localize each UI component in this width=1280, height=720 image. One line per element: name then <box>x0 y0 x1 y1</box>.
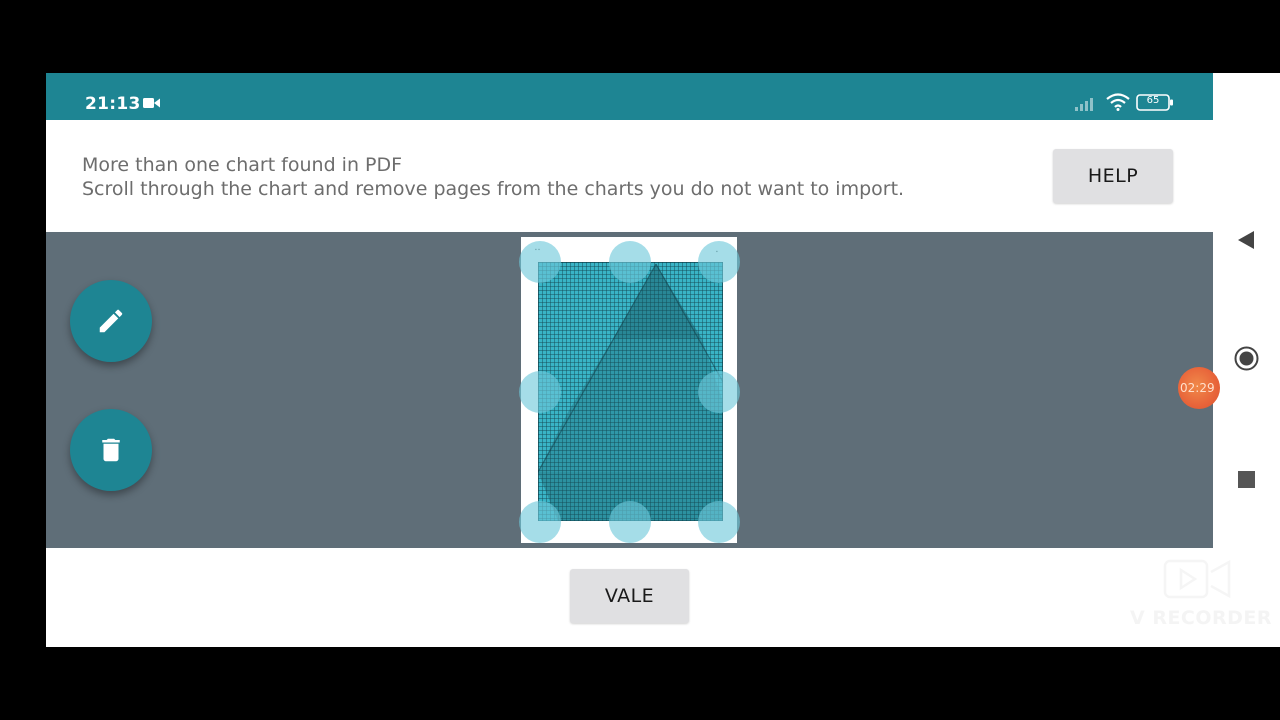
battery-level-text: 65 <box>1146 95 1160 106</box>
status-bar: 21:13 65 <box>46 73 1213 120</box>
edit-button[interactable] <box>70 280 152 362</box>
crop-handle-middle-right[interactable] <box>698 371 740 413</box>
chart-page-thumbnail[interactable]: ▪ ▪ ▪ <box>519 237 740 543</box>
header-instructions: Scroll through the chart and remove page… <box>82 178 905 200</box>
status-time: 21:13 <box>85 94 141 114</box>
trash-icon <box>102 438 120 462</box>
crop-handle-top-left[interactable] <box>519 241 561 283</box>
ok-button[interactable]: VALE <box>570 569 689 623</box>
crop-handle-bottom-left[interactable] <box>519 501 561 543</box>
crop-handle-top-center[interactable] <box>609 241 651 283</box>
help-button[interactable]: HELP <box>1053 149 1173 203</box>
back-icon[interactable] <box>1237 230 1255 250</box>
pencil-icon <box>99 309 123 333</box>
import-header: More than one chart found in PDF Scroll … <box>46 120 1213 232</box>
recent-apps-icon[interactable] <box>1238 471 1255 488</box>
crop-handle-top-right[interactable] <box>698 241 740 283</box>
crop-handle-bottom-right[interactable] <box>698 501 740 543</box>
signal-icon <box>1075 98 1093 111</box>
wifi-icon <box>1106 93 1130 111</box>
home-icon[interactable] <box>1234 346 1259 371</box>
import-footer: VALE <box>46 548 1213 647</box>
delete-button[interactable] <box>70 409 152 491</box>
phone-screen: 21:13 65 More than one chart found in PD… <box>46 73 1213 647</box>
header-title: More than one chart found in PDF <box>82 154 403 176</box>
recorder-watermark-text: V RECORDER <box>1130 607 1273 629</box>
chart-preview-area: ▪ ▪ ▪ <box>46 232 1213 548</box>
video-record-icon <box>143 98 160 108</box>
crop-handle-bottom-center[interactable] <box>609 501 651 543</box>
recorder-watermark-icon <box>1163 559 1231 599</box>
crop-handle-middle-left[interactable] <box>519 371 561 413</box>
chart-pattern-image <box>538 262 723 521</box>
recorder-timer: 02:29 <box>1180 381 1215 395</box>
